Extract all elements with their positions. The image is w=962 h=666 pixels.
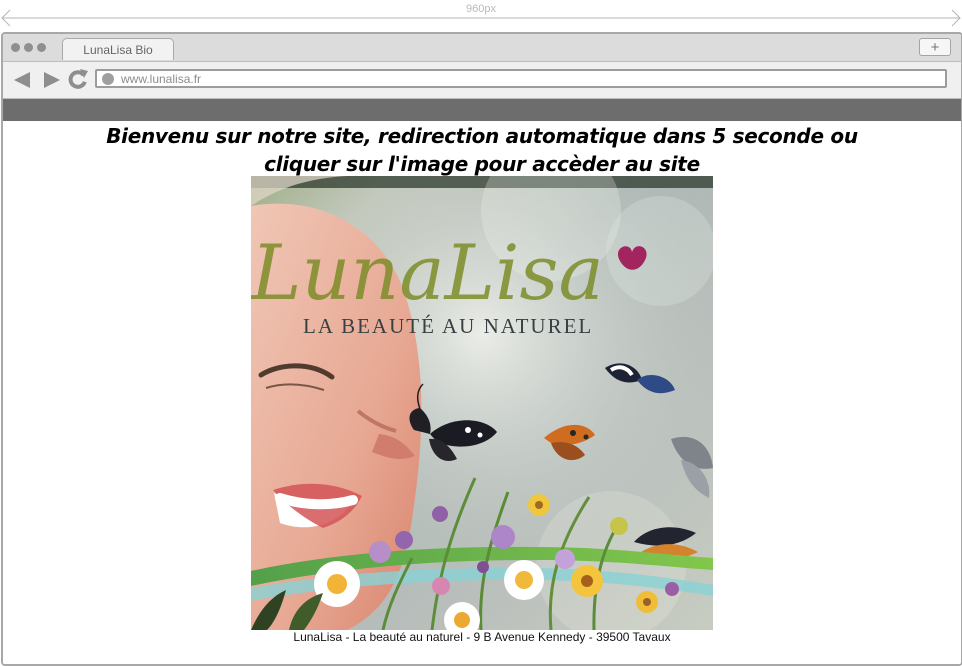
site-header-bar — [3, 99, 961, 121]
window-control-dots — [11, 43, 46, 52]
url-text: www.lunalisa.fr — [121, 72, 202, 86]
width-ruler: 960px — [0, 0, 962, 28]
tab-bar: LunaLisa Bio + — [3, 34, 961, 62]
globe-icon — [102, 73, 114, 85]
ruler-width-label: 960px — [466, 3, 496, 15]
window-dot-icon[interactable] — [37, 43, 46, 52]
footer-caption: LunaLisa - La beauté au naturel - 9 B Av… — [293, 630, 671, 644]
hero-brand-text: LunaLisa — [251, 228, 604, 317]
hero-tagline: LA BEAUTÉ AU NATUREL — [303, 314, 593, 338]
navigation-toolbar: www.lunalisa.fr — [3, 62, 961, 99]
forward-arrow-icon[interactable] — [41, 70, 63, 90]
lunalisa-hero-image-link[interactable]: LunaLisa LA BEAUTÉ AU NATUREL — [251, 176, 713, 630]
browser-tab[interactable]: LunaLisa Bio — [62, 38, 174, 60]
back-arrow-icon[interactable] — [11, 70, 33, 90]
welcome-line-2: cliquer sur l'image pour accèder au site — [264, 152, 700, 176]
window-dot-icon[interactable] — [24, 43, 33, 52]
hero-illustration: LunaLisa LA BEAUTÉ AU NATUREL — [251, 176, 713, 630]
welcome-line-1: Bienvenu sur notre site, redirection aut… — [106, 124, 858, 148]
window-dot-icon[interactable] — [11, 43, 20, 52]
new-tab-button[interactable]: + — [919, 38, 951, 56]
browser-window: LunaLisa Bio + www.lunalisa.fr Bienvenu … — [1, 32, 962, 666]
address-bar[interactable]: www.lunalisa.fr — [95, 69, 947, 88]
welcome-message: Bienvenu sur notre site, redirection aut… — [3, 122, 961, 178]
page-content: Bienvenu sur notre site, redirection aut… — [3, 121, 961, 664]
reload-icon[interactable] — [67, 68, 89, 89]
